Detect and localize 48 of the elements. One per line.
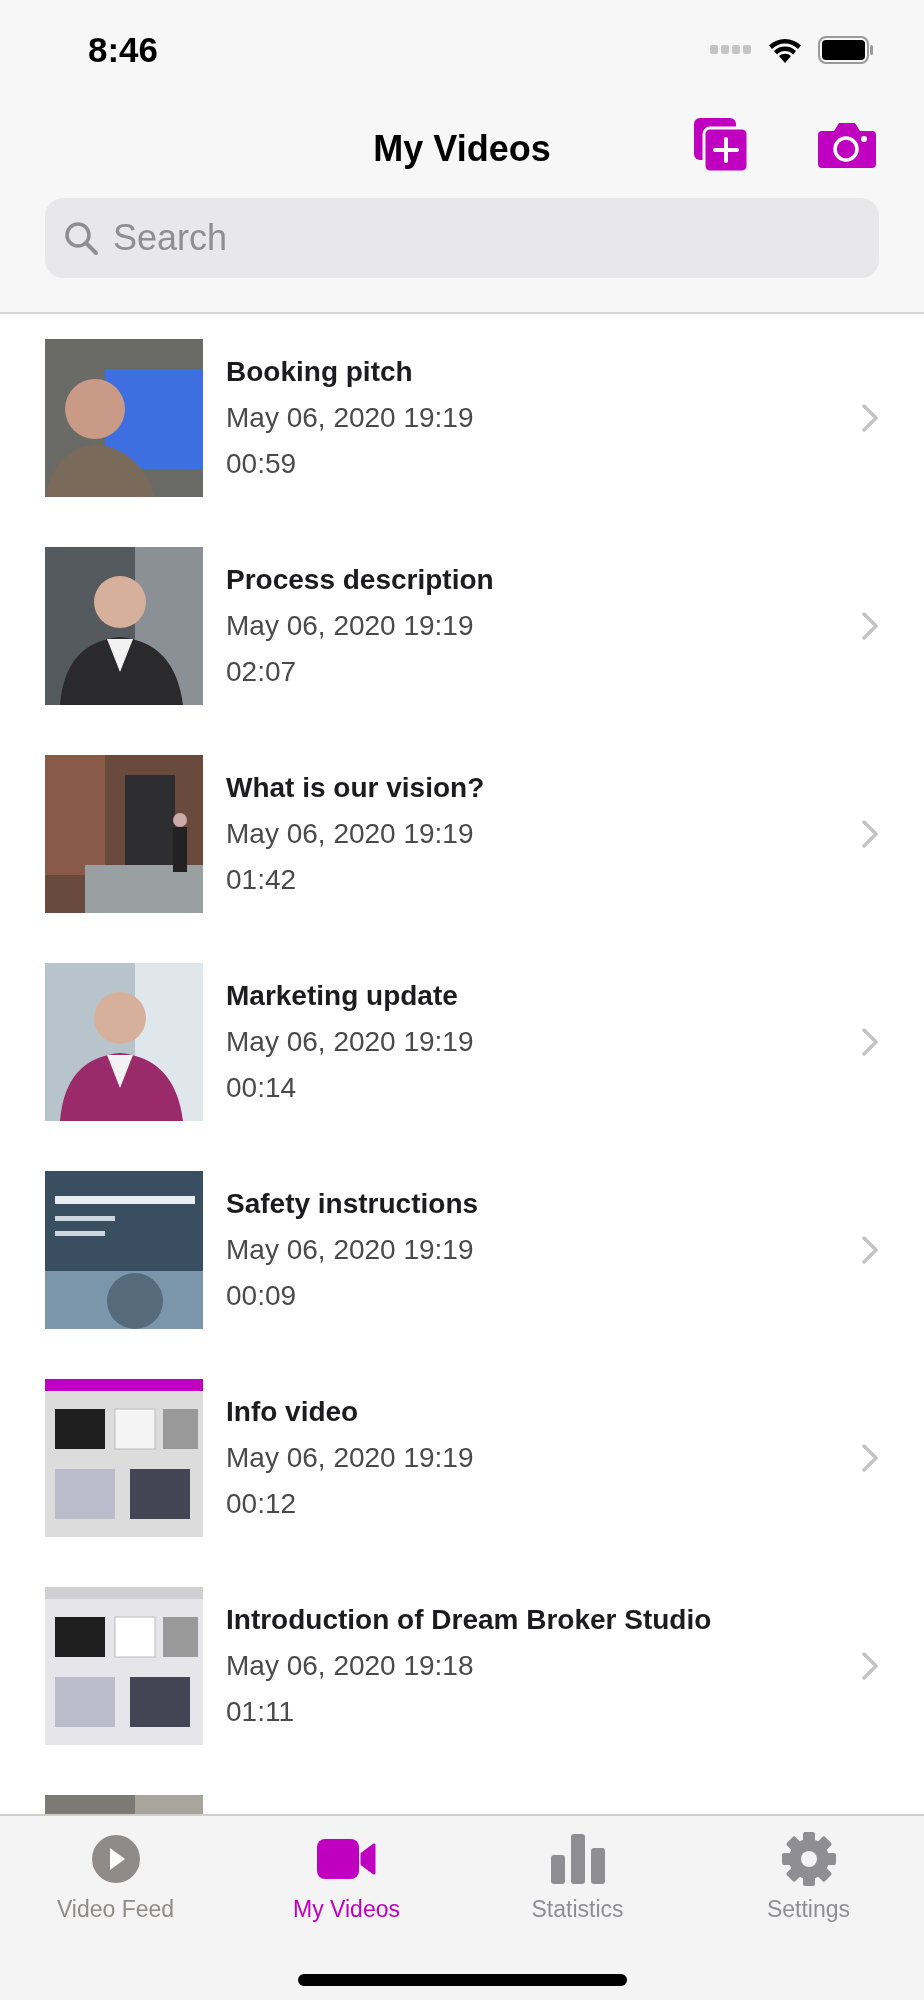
video-title: Booking pitch	[226, 355, 414, 389]
video-date: May 06, 2020 19:19	[226, 1233, 475, 1267]
video-duration: 02:07	[226, 655, 298, 689]
video-duration: 00:12	[226, 1487, 298, 1521]
status-time: 8:46	[88, 28, 159, 71]
video-title: Process description	[226, 563, 495, 597]
play-icon	[90, 1834, 141, 1884]
video-title: Introduction of Dream Broker Studio	[226, 1603, 713, 1637]
video-date: May 06, 2020 19:19	[226, 1025, 475, 1059]
video-row[interactable]: Introduction of Dream Broker Studio May 06, 2020 19:18 01:11	[0, 1562, 924, 1770]
video-duration: 00:14	[226, 1071, 298, 1105]
video-date: May 06, 2020 19:18	[226, 1649, 475, 1683]
settings-icon	[781, 1832, 836, 1886]
video-title: Marketing update	[226, 979, 459, 1013]
wifi-icon	[768, 37, 802, 63]
signal-icon	[710, 45, 752, 55]
chevron-icon	[862, 612, 878, 640]
add-video-button[interactable]	[694, 118, 748, 172]
video-title: Safety instructions	[226, 1187, 480, 1221]
screen-title: My Videos	[373, 127, 551, 171]
video-date: May 06, 2020 19:19	[226, 817, 475, 851]
chevron-icon	[862, 1652, 878, 1680]
video-row[interactable]: Marketing update May 06, 2020 19:19 00:14	[0, 938, 924, 1146]
video-duration: 00:09	[226, 1279, 298, 1313]
video-row[interactable]: What is our vision? May 06, 2020 19:19 01:42	[0, 730, 924, 938]
video-camera-icon	[316, 1836, 377, 1882]
camera-button[interactable]	[818, 122, 876, 168]
video-duration: 00:59	[226, 447, 298, 481]
bar-chart-icon	[550, 1834, 605, 1884]
tab[interactable]: My Videos	[231, 1828, 462, 1927]
chevron-icon	[862, 404, 878, 432]
video-duration: 01:42	[226, 863, 298, 897]
video-row[interactable]: Process description May 06, 2020 19:19 02:07	[0, 522, 924, 730]
video-date: May 06, 2020 19:19	[226, 1441, 475, 1475]
chevron-icon	[862, 820, 878, 848]
video-row[interactable]: Safety instructions May 06, 2020 19:19 00:09	[0, 1146, 924, 1354]
chevron-icon	[862, 1236, 878, 1264]
video-title: Info video	[226, 1395, 360, 1429]
video-duration: 01:11	[226, 1695, 295, 1729]
video-date: May 06, 2020 19:19	[226, 401, 475, 435]
video-title: What is our vision?	[226, 771, 486, 805]
video-row[interactable]: Info video May 06, 2020 19:19 00:12	[0, 1354, 924, 1562]
search-field[interactable]: Search	[45, 198, 879, 278]
video-row[interactable]: Booking pitch May 06, 2020 19:19 00:59	[0, 314, 924, 522]
chevron-icon	[862, 1028, 878, 1056]
video-date: May 06, 2020 19:19	[226, 609, 475, 643]
battery-icon	[818, 36, 874, 64]
chevron-icon	[862, 1444, 878, 1472]
